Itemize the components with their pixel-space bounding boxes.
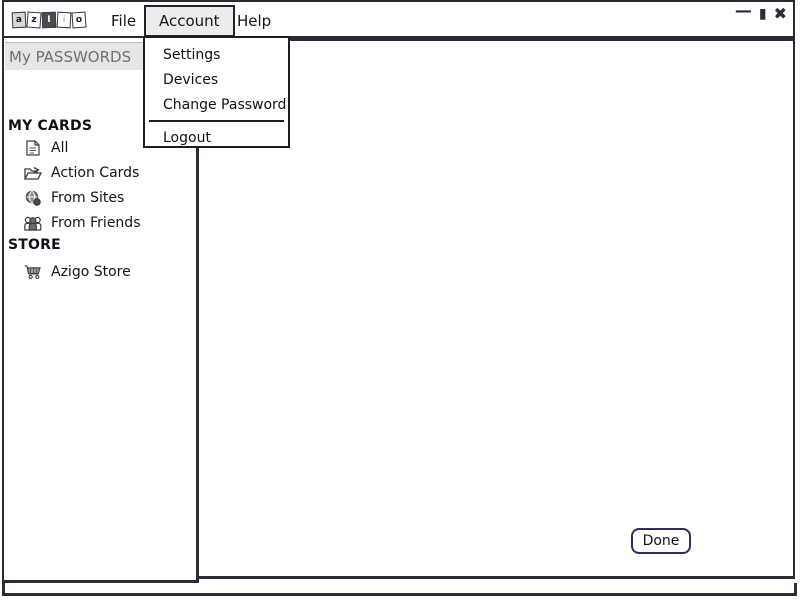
sidebar-item-label: From Sites [51, 190, 125, 206]
menu-item-devices[interactable]: Devices [145, 67, 288, 92]
sidebar-group-store: STORE [8, 237, 61, 253]
sidebar-item-azigo-store[interactable]: Azigo Store [24, 261, 131, 283]
sidebar-item-label: From Friends [51, 215, 141, 231]
window-bottom-frame [2, 583, 797, 596]
sidebar-item-action-cards[interactable]: Action Cards [24, 162, 139, 184]
document-icon [24, 139, 42, 157]
menu-separator [149, 120, 284, 122]
azigo-logo: a z I i o [11, 6, 88, 34]
shopping-cart-icon [24, 263, 42, 281]
menu-item-logout[interactable]: Logout [145, 125, 288, 150]
menu-item-settings[interactable]: Settings [145, 42, 288, 67]
globe-icon [24, 189, 42, 207]
sidebar-header: My PASSWORDS [5, 42, 144, 70]
sidebar-item-from-sites[interactable]: From Sites [24, 187, 124, 209]
people-icon [24, 214, 42, 232]
sidebar-item-label: Action Cards [51, 165, 140, 181]
logo-tile-o: o [71, 11, 87, 29]
menu-bar: a z I i o File Account Help — ▮ ✖ [2, 0, 795, 38]
menu-file[interactable]: File [96, 5, 151, 37]
logo-tile-g: i [56, 11, 72, 29]
sidebar-group-my-cards: MY CARDS [8, 118, 93, 134]
sidebar-item-label: Azigo Store [51, 264, 131, 280]
logo-tile-z: z [26, 11, 42, 29]
close-icon[interactable]: ✖ [774, 6, 787, 22]
minimize-icon[interactable]: — [735, 3, 752, 20]
menu-account[interactable]: Account [144, 5, 235, 37]
account-dropdown-menu: Settings Devices Change Password Logout [143, 36, 290, 148]
logo-tile-a: a [11, 11, 27, 29]
folder-open-icon [24, 164, 42, 182]
menu-item-change-password[interactable]: Change Password [145, 92, 288, 117]
sidebar-item-from-friends[interactable]: From Friends [24, 212, 140, 234]
maximize-icon[interactable]: ▮ [759, 7, 767, 21]
application-window: a z I i o File Account Help — ▮ ✖ My PAS… [2, 0, 795, 592]
sidebar-item-label: All [51, 140, 69, 156]
menu-help[interactable]: Help [222, 5, 286, 37]
window-controls: — ▮ ✖ [735, 3, 787, 22]
sidebar-item-all[interactable]: All [24, 137, 68, 159]
logo-tile-i: I [41, 11, 57, 29]
done-button[interactable]: Done [631, 528, 691, 554]
